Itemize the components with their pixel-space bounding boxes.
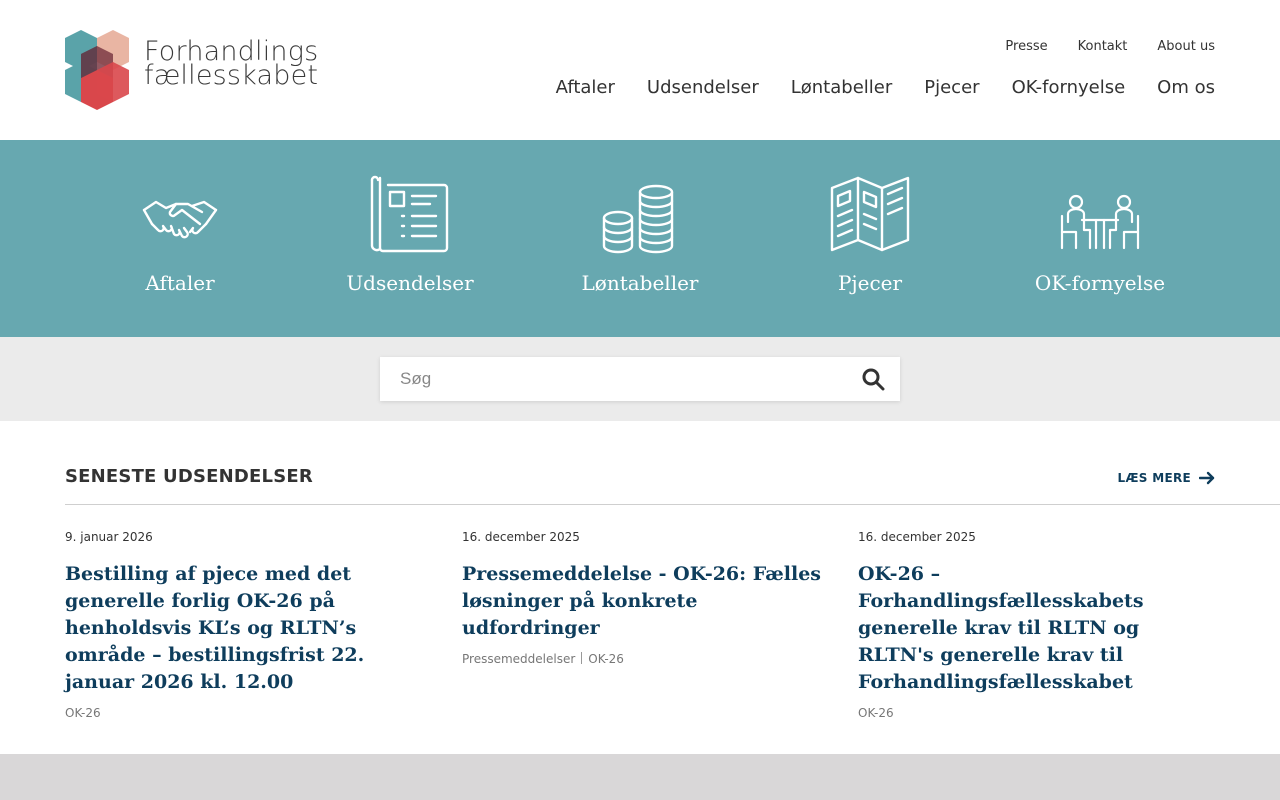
- coins-icon: [602, 184, 674, 254]
- read-more-link[interactable]: LÆS MERE: [1118, 471, 1215, 485]
- tile-pjecer[interactable]: Pjecer: [770, 140, 970, 337]
- main-nav-lontabeller[interactable]: Løntabeller: [791, 77, 893, 98]
- news-item: 16. december 2025 Pressemeddelelse - OK-…: [462, 530, 822, 730]
- search-band: [0, 337, 1280, 421]
- search-input[interactable]: [380, 357, 840, 401]
- footer-band: [0, 754, 1280, 800]
- tile-label: Pjecer: [837, 271, 903, 295]
- tile-label: Udsendelser: [346, 271, 474, 295]
- arrow-right-icon: [1199, 471, 1215, 485]
- search-button[interactable]: [860, 367, 886, 393]
- main-nav: Aftaler Udsendelser Løntabeller Pjecer O…: [556, 77, 1215, 98]
- main-nav-pjecer[interactable]: Pjecer: [924, 77, 979, 98]
- search-icon: [862, 368, 885, 391]
- news-title-link[interactable]: OK-26 – Forhandlingsfællesskabets genere…: [858, 561, 1218, 696]
- search-box: [380, 357, 900, 401]
- news-tags: Pressemeddelelser OK-26: [462, 652, 624, 666]
- tag-link[interactable]: Pressemeddelelser: [462, 652, 575, 666]
- util-nav-presse[interactable]: Presse: [1005, 39, 1047, 54]
- news-item: 16. december 2025 OK-26 – Forhandlingsfæ…: [858, 530, 1218, 730]
- tag-separator: [581, 652, 583, 664]
- tile-label: Aftaler: [145, 271, 215, 295]
- logo-wordmark: Forhandlings fællesskabet: [144, 38, 319, 91]
- documents-icon: [370, 175, 449, 253]
- logo-text-line2: fællesskabet: [144, 60, 319, 91]
- site-logo[interactable]: Forhandlings fællesskabet: [65, 30, 319, 110]
- tile-lontabeller[interactable]: Løntabeller: [540, 140, 740, 337]
- read-more-label: LÆS MERE: [1117, 471, 1191, 485]
- news-item: 9. januar 2026 Bestilling af pjece med d…: [65, 530, 425, 730]
- tag-link[interactable]: OK-26: [858, 706, 894, 720]
- tile-ok-fornyelse[interactable]: OK-fornyelse: [1000, 140, 1200, 337]
- news-date: 16. december 2025: [858, 530, 976, 544]
- tag-link[interactable]: OK-26: [588, 652, 624, 666]
- meeting-icon: [1060, 194, 1140, 250]
- site-header: Forhandlings fællesskabet Presse Kontakt…: [0, 0, 1280, 140]
- section-title: SENESTE UDSENDELSER: [65, 466, 313, 487]
- main-nav-aftaler[interactable]: Aftaler: [556, 77, 615, 98]
- news-tags: OK-26: [65, 706, 101, 720]
- tile-aftaler[interactable]: Aftaler: [80, 140, 280, 337]
- handshake-icon: [142, 200, 218, 239]
- tile-udsendelser[interactable]: Udsendelser: [310, 140, 510, 337]
- main-nav-udsendelser[interactable]: Udsendelser: [647, 77, 759, 98]
- news-title-link[interactable]: Bestilling af pjece med det generelle fo…: [65, 561, 425, 696]
- utility-nav: Presse Kontakt About us: [1005, 39, 1215, 54]
- news-title-link[interactable]: Pressemeddelelse - OK-26: Fælles løsning…: [462, 561, 822, 642]
- logo-hexagon-icon: [65, 30, 129, 110]
- tile-label: Løntabeller: [581, 271, 699, 295]
- util-nav-about-us[interactable]: About us: [1157, 39, 1215, 54]
- util-nav-kontakt[interactable]: Kontakt: [1078, 39, 1128, 54]
- main-nav-om-os[interactable]: Om os: [1157, 77, 1215, 98]
- news-tags: OK-26: [858, 706, 894, 720]
- tile-label: OK-fornyelse: [1034, 271, 1166, 295]
- main-nav-ok-fornyelse[interactable]: OK-fornyelse: [1012, 77, 1126, 98]
- tag-link[interactable]: OK-26: [65, 706, 101, 720]
- news-date: 9. januar 2026: [65, 530, 153, 544]
- news-date: 16. december 2025: [462, 530, 580, 544]
- brochure-icon: [830, 176, 910, 252]
- section-divider: [65, 504, 1280, 505]
- quick-links-band: Aftaler Udsendelser Løntabeller Pjecer O…: [0, 140, 1280, 337]
